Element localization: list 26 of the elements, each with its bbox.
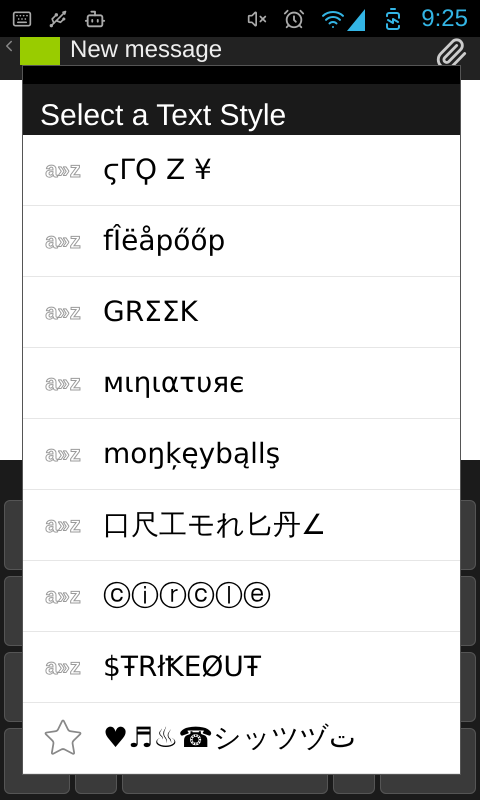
style-label: ♥♬♨☎シッツヅت xyxy=(103,720,356,756)
style-label: GRΣΣK xyxy=(103,294,198,330)
mute-icon xyxy=(247,8,268,28)
style-label: ϛΓϘ Ζ ¥ xyxy=(103,152,212,188)
style-label: мιηιατυяє xyxy=(103,365,245,401)
clock-time: 9:25 xyxy=(421,4,468,34)
style-glyph-label: a»z xyxy=(45,656,81,678)
style-glyph-label: a»z xyxy=(45,372,81,394)
dialog-title: Select a Text Style xyxy=(40,98,286,134)
usb-icon xyxy=(48,8,68,28)
style-label: $ŦRłꝀEØUŦ xyxy=(103,649,262,685)
screen-title: New message xyxy=(70,37,222,63)
style-glyph-label: a»z xyxy=(45,585,81,607)
style-label: moŋķęybąllş xyxy=(103,436,280,472)
style-label: fÎëåpőőp xyxy=(103,223,226,259)
alarm-icon xyxy=(283,8,306,30)
text-style-item[interactable]: a»z ϛΓϘ Ζ ¥ xyxy=(23,135,460,206)
style-label: 口尺工モれ匕丹∠ xyxy=(103,507,326,543)
signal-icon xyxy=(347,8,366,30)
style-glyph-label: a»z xyxy=(45,443,81,465)
style-glyph-label: a»z xyxy=(45,230,81,252)
style-label: ⓒⓘⓡⓒⓛⓔ xyxy=(103,578,271,614)
style-glyph-label: a»z xyxy=(45,301,81,323)
style-glyph-label: a»z xyxy=(45,514,81,536)
style-glyph-label: a»z xyxy=(45,159,81,181)
keyboard-icon xyxy=(12,8,32,28)
